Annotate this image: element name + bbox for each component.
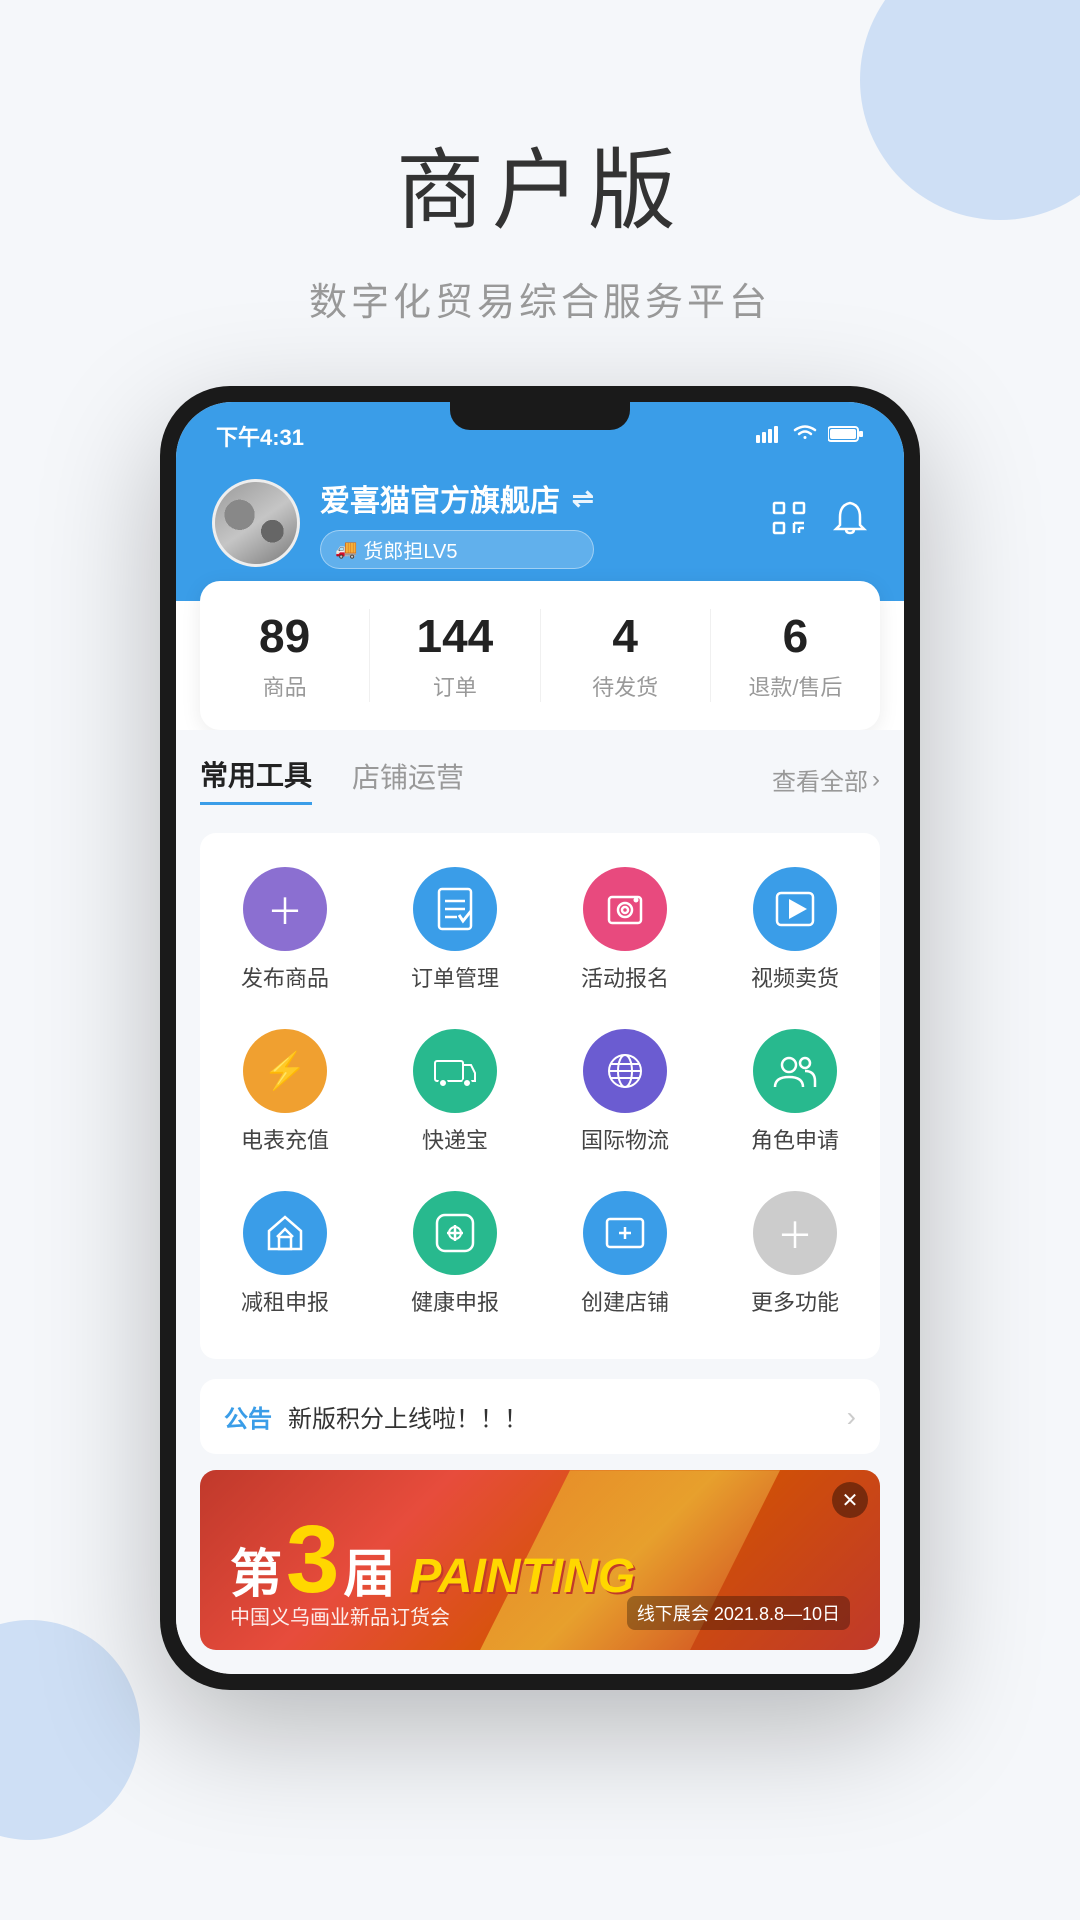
banner-painting: PAINTING <box>409 1549 635 1604</box>
tool-rent-icon <box>243 1191 327 1275</box>
stat-orders-number: 144 <box>370 609 539 664</box>
chevron-right-icon: › <box>872 766 880 794</box>
announcement-text: 新版积分上线啦！！！ <box>288 1399 831 1434</box>
tool-electric-label: 电表充值 <box>241 1123 329 1155</box>
signal-icon <box>756 423 782 449</box>
store-name: 爱喜猫官方旗舰店 ⇌ <box>320 476 594 520</box>
tool-intl-label: 国际物流 <box>581 1123 669 1155</box>
banner-date: 线下展会 2021.8.8—10日 <box>627 1596 850 1630</box>
banner-number: 3 <box>286 1512 339 1608</box>
tool-publish-icon: ＋ <box>243 867 327 951</box>
tool-video-sell[interactable]: 视频卖货 <box>710 853 880 1007</box>
app-header: 爱喜猫官方旗舰店 ⇌ 🚚 货郎担LV5 <box>176 460 904 601</box>
tool-more-label: 更多功能 <box>751 1285 839 1317</box>
tool-rent-reduction[interactable]: 减租申报 <box>200 1177 370 1331</box>
page-subtitle: 数字化贸易综合服务平台 <box>0 271 1080 326</box>
banner-close-button[interactable]: ✕ <box>832 1482 868 1518</box>
tool-more[interactable]: ＋ 更多功能 <box>710 1177 880 1331</box>
avatar <box>212 479 300 567</box>
tool-more-icon: ＋ <box>753 1191 837 1275</box>
tools-tabs: 常用工具 店铺运营 查看全部 › <box>200 754 880 805</box>
wifi-icon <box>792 423 818 449</box>
stat-pending-label: 待发货 <box>541 670 710 702</box>
header-actions <box>770 499 868 546</box>
tool-activity[interactable]: 活动报名 <box>540 853 710 1007</box>
status-icons <box>756 423 864 449</box>
stat-refund-number: 6 <box>711 609 880 664</box>
tool-create-store[interactable]: 创建店铺 <box>540 1177 710 1331</box>
promo-banner[interactable]: 第 3 届 PAINTING 中国义乌画业新品订货会 ✕ 线下展会 2021.8… <box>200 1470 880 1650</box>
tool-order-icon <box>413 867 497 951</box>
switch-store-icon[interactable]: ⇌ <box>572 483 594 514</box>
stat-products[interactable]: 89 商品 <box>200 609 370 702</box>
tools-grid: ＋ 发布商品 订单管理 <box>200 833 880 1359</box>
tab-common-tools[interactable]: 常用工具 <box>200 754 312 805</box>
tool-video-icon <box>753 867 837 951</box>
tool-activity-label: 活动报名 <box>581 961 669 993</box>
stat-pending[interactable]: 4 待发货 <box>541 609 711 702</box>
tab-view-all[interactable]: 查看全部 › <box>772 762 880 797</box>
store-badge: 🚚 货郎担LV5 <box>320 530 594 569</box>
stat-refund-label: 退款/售后 <box>711 670 880 702</box>
stat-refund[interactable]: 6 退款/售后 <box>711 609 880 702</box>
status-time: 下午4:31 <box>216 420 304 452</box>
scan-icon[interactable] <box>770 499 808 546</box>
profile-left: 爱喜猫官方旗舰店 ⇌ 🚚 货郎担LV5 <box>212 476 594 569</box>
tools-row-2: ⚡ 电表充值 快递宝 <box>200 1015 880 1169</box>
tools-row-3: 减租申报 健康申报 <box>200 1177 880 1331</box>
tool-create-label: 创建店铺 <box>581 1285 669 1317</box>
announcement-bar[interactable]: 公告 新版积分上线啦！！！ › <box>200 1379 880 1454</box>
tool-order-label: 订单管理 <box>411 961 499 993</box>
banner-text: 届 <box>343 1532 395 1607</box>
tool-activity-icon <box>583 867 667 951</box>
stats-card: 89 商品 144 订单 4 待发货 6 退款/售后 <box>200 581 880 730</box>
bg-decor-circle-bottom <box>0 1620 140 1840</box>
tool-intl-icon <box>583 1029 667 1113</box>
phone-mockup: 下午4:31 <box>160 386 920 1690</box>
announcement-tag: 公告 <box>224 1399 272 1434</box>
stat-products-number: 89 <box>200 609 369 664</box>
tab-store-ops[interactable]: 店铺运营 <box>352 756 464 804</box>
stat-orders-label: 订单 <box>370 670 539 702</box>
tool-electric-icon: ⚡ <box>243 1029 327 1113</box>
tool-order-mgmt[interactable]: 订单管理 <box>370 853 540 1007</box>
stat-products-label: 商品 <box>200 670 369 702</box>
tool-express[interactable]: 快递宝 <box>370 1015 540 1169</box>
tool-publish-label: 发布商品 <box>241 961 329 993</box>
tool-role[interactable]: 角色申请 <box>710 1015 880 1169</box>
tool-health-icon <box>413 1191 497 1275</box>
tool-intl-logistics[interactable]: 国际物流 <box>540 1015 710 1169</box>
announcement-arrow: › <box>847 1401 856 1433</box>
tool-health[interactable]: 健康申报 <box>370 1177 540 1331</box>
tool-express-icon <box>413 1029 497 1113</box>
stat-pending-number: 4 <box>541 609 710 664</box>
phone-screen: 下午4:31 <box>176 402 904 1674</box>
tool-role-icon <box>753 1029 837 1113</box>
tools-row-1: ＋ 发布商品 订单管理 <box>200 853 880 1007</box>
tool-health-label: 健康申报 <box>411 1285 499 1317</box>
tool-express-label: 快递宝 <box>422 1123 488 1155</box>
avatar-image <box>215 482 297 564</box>
tool-publish-product[interactable]: ＋ 发布商品 <box>200 853 370 1007</box>
phone-notch <box>450 402 630 430</box>
tool-video-label: 视频卖货 <box>751 961 839 993</box>
profile-info: 爱喜猫官方旗舰店 ⇌ 🚚 货郎担LV5 <box>320 476 594 569</box>
stat-orders[interactable]: 144 订单 <box>370 609 540 702</box>
badge-truck-icon: 🚚 <box>335 539 357 560</box>
tool-rent-label: 减租申报 <box>241 1285 329 1317</box>
tool-role-label: 角色申请 <box>751 1123 839 1155</box>
tool-create-icon <box>583 1191 667 1275</box>
tool-electric[interactable]: ⚡ 电表充值 <box>200 1015 370 1169</box>
battery-icon <box>828 423 864 449</box>
bell-icon[interactable] <box>832 499 868 546</box>
main-content: 常用工具 店铺运营 查看全部 › ＋ 发布商品 <box>176 730 904 1674</box>
